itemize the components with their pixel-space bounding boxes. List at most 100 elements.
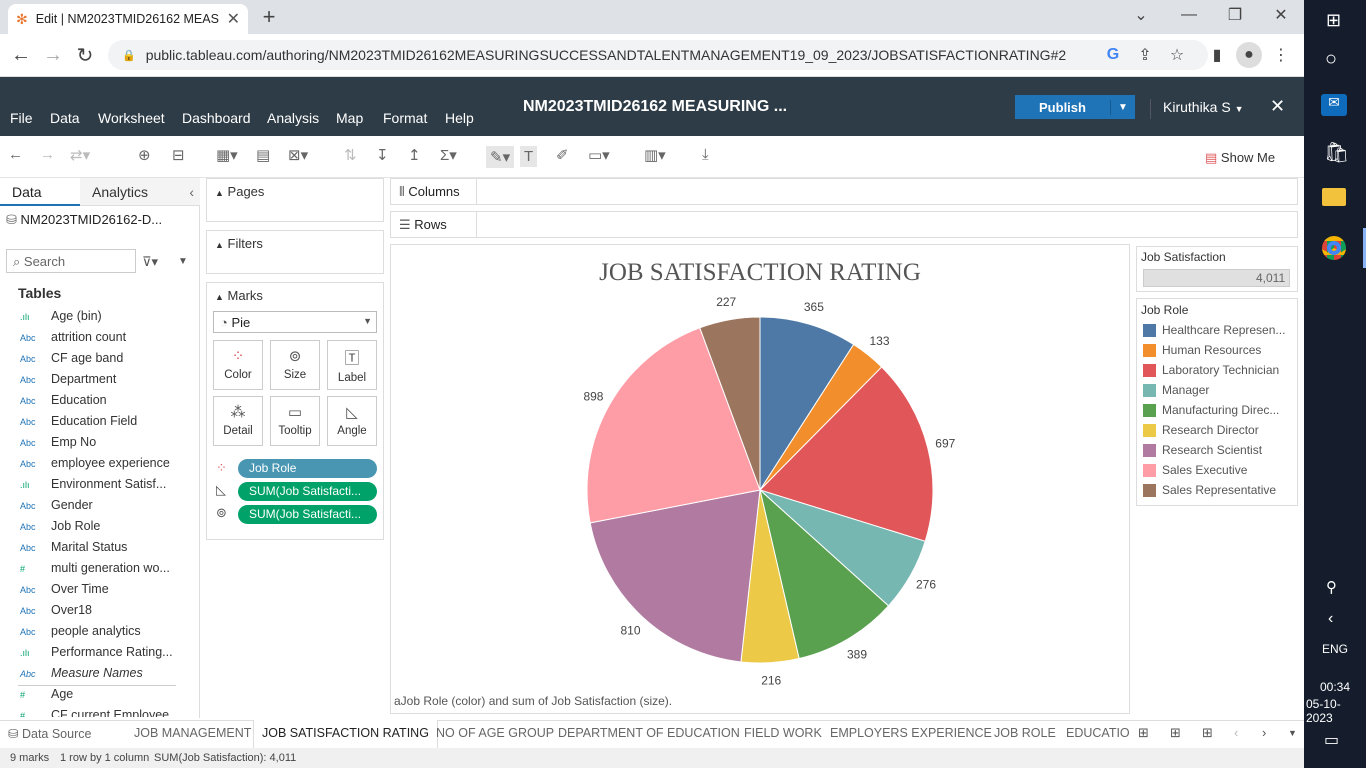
windows-start-icon[interactable]: ⊞ [1326,10,1341,31]
pages-shelf[interactable]: ▲ Pages [206,178,384,222]
pie-chart[interactable]: JOB SATISFACTION RATING 365 133 697 276 389 2… [390,244,1130,714]
address-bar[interactable]: 🔒 public.tableau.com/authoring/NM2023TMI… [108,40,1208,70]
forward-icon[interactable]: → [40,42,66,68]
pane-menu-icon[interactable]: ▼ [178,256,188,267]
field-item[interactable]: Abc Gender [20,498,93,514]
highlight-icon[interactable]: ✎▾ [486,146,515,168]
field-item[interactable]: .ılı Age (bin) [20,309,102,325]
columns-shelf[interactable]: ⦀ Columns [390,178,1298,205]
tab-no-of-age-group[interactable]: NO OF AGE GROUP [436,726,554,740]
tab-department-of-education[interactable]: DEPARTMENT OF EDUCATION [558,726,740,740]
filters-shelf[interactable]: ▲ Filters [206,230,384,274]
bookmark-star-icon[interactable]: ☆ [1164,42,1190,68]
user-menu[interactable]: Kiruthika S ▼ [1150,99,1244,119]
field-item[interactable]: # Age [20,687,73,703]
tab-field-work[interactable]: FIELD WORK [744,726,822,740]
label-button[interactable]: 🅃 Label [327,340,377,390]
clear-sheet-icon[interactable]: ⊠▾ [288,146,308,164]
field-item[interactable]: .ılı Performance Rating... [20,645,173,661]
legend-item[interactable]: Sales Representative [1143,483,1276,497]
clock-date[interactable]: 05-10-2023 [1306,697,1366,725]
field-item[interactable]: Abc Over18 [20,603,92,619]
field-item[interactable]: # multi generation wo... [20,561,170,577]
store-icon[interactable]: 🛍 [1324,140,1349,165]
field-item[interactable]: Abc attrition count [20,330,126,346]
publish-button[interactable]: Publish ▼ [1015,95,1135,119]
tabs-menu-icon[interactable]: ▼ [1288,728,1297,738]
legend-item[interactable]: Manager [1143,383,1209,397]
language-indicator[interactable]: ENG [1322,642,1348,656]
pill-sum-job-satisfaction-size[interactable]: SUM(Job Satisfacti... [238,505,377,524]
show-me-button[interactable]: ▤ Show Me [1205,150,1275,166]
field-item[interactable]: Abc Department [20,372,116,388]
sort-ascending-icon[interactable]: ↧ [376,146,389,164]
tab-employers-experience[interactable]: EMPLOYERS EXPERIENCE [830,726,992,740]
field-item[interactable]: # CF current Employee [20,708,169,717]
filter-fields-icon[interactable]: ⊽▾ [142,254,158,270]
sort-descending-icon[interactable]: ↥ [408,146,421,164]
menu-data[interactable]: Data [50,110,80,126]
field-item[interactable]: Abc people analytics [20,624,141,640]
google-icon[interactable]: G [1100,42,1126,68]
tab-education[interactable]: EDUCATIO [1066,726,1130,740]
clock-time[interactable]: 00:34 [1320,680,1350,694]
undo-icon[interactable]: ← [8,146,23,163]
menu-dashboard[interactable]: Dashboard [182,110,251,126]
profile-icon[interactable]: ● [1236,42,1262,68]
browser-tab[interactable]: ✻ Edit | NM2023TMID26162 MEAS ✕ [8,4,248,34]
field-item[interactable]: Abc CF age band [20,351,123,367]
menu-format[interactable]: Format [383,110,427,126]
color-button[interactable]: ⁘ Color [213,340,263,390]
new-tab-icon[interactable]: + [256,4,282,30]
data-source-tab[interactable]: ⛁ Data Source [8,726,91,741]
replay-icon[interactable]: ⇄▾ [70,146,90,164]
legend-item[interactable]: Research Scientist [1143,443,1262,457]
cortana-icon[interactable]: ○ [1325,48,1337,71]
download-icon[interactable]: ⤓ [702,146,709,163]
pill-job-role[interactable]: Job Role [238,459,377,478]
reload-icon[interactable]: ↻ [72,42,98,68]
pill-sum-job-satisfaction-angle[interactable]: SUM(Job Satisfacti... [238,482,377,501]
tooltip-button[interactable]: ▭ Tooltip [270,396,320,446]
search-input[interactable]: ⌕ Search [6,249,136,273]
size-button[interactable]: ⊚ Size [270,340,320,390]
menu-help[interactable]: Help [445,110,474,126]
legend-item[interactable]: Manufacturing Direc... [1143,403,1279,417]
mail-icon[interactable]: ✉ [1321,94,1347,116]
chrome-icon[interactable] [1322,236,1346,260]
rows-shelf[interactable]: ☰ Rows [390,211,1298,238]
legend-item[interactable]: Sales Executive [1143,463,1247,477]
scroll-tabs-right-icon[interactable]: › [1262,725,1266,740]
show-labels-icon[interactable]: T [520,146,538,167]
field-item[interactable]: Abc Measure Names [20,666,143,682]
tab-job-management[interactable]: JOB MANAGEMENT [134,726,251,740]
fit-icon[interactable]: ▭▾ [588,146,610,164]
close-window-icon[interactable]: ✕ [1268,2,1294,28]
notification-icon[interactable]: ▭ [1324,730,1339,750]
collapse-pane-icon[interactable]: ‹ [189,184,194,200]
mark-type-select[interactable]: ◔ Pie ▼ [213,311,377,333]
tab-search-icon[interactable]: ⌄ [1128,2,1154,28]
new-worksheet-icon[interactable]: ▦▾ [216,146,238,164]
field-item[interactable]: Abc Over Time [20,582,109,598]
show-cards-icon[interactable]: ▥▾ [644,146,666,164]
people-icon[interactable]: ⚲ [1326,578,1337,596]
field-item[interactable]: Abc Education [20,393,107,409]
publish-dropdown-icon[interactable]: ▼ [1111,102,1135,113]
pause-updates-icon[interactable]: ⊟ [172,146,185,164]
tab-job-satisfaction-rating[interactable]: JOB SATISFACTION RATING [253,720,438,748]
legend-item[interactable]: Research Director [1143,423,1259,437]
swap-icon[interactable]: ⇅ [344,146,357,164]
detail-button[interactable]: ⁂ Detail [213,396,263,446]
menu-map[interactable]: Map [336,110,363,126]
file-explorer-icon[interactable] [1322,188,1346,206]
redo-icon[interactable]: → [40,146,55,163]
field-item[interactable]: Abc Marital Status [20,540,127,556]
menu-worksheet[interactable]: Worksheet [98,110,165,126]
browser-menu-icon[interactable]: ⋮ [1268,42,1294,68]
datasource-row[interactable]: ⛁ NM2023TMID26162-D... [6,212,162,228]
field-item[interactable]: Abc Education Field [20,414,137,430]
close-tab-icon[interactable]: ✕ [227,9,240,29]
angle-button[interactable]: ◺ Angle [327,396,377,446]
legend-item[interactable]: Healthcare Represen... [1143,323,1285,337]
